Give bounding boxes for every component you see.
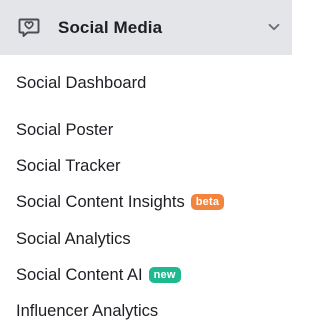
menu-item-social-content-insights[interactable]: Social Content Insights beta	[0, 188, 292, 216]
menu-item-label: Social Poster	[16, 120, 114, 139]
menu-item-label: Social Content Insights	[16, 192, 185, 211]
chevron-down-icon[interactable]	[266, 19, 282, 35]
menu-item-label: Social Tracker	[16, 156, 121, 175]
menu-item-label: Influencer Analytics	[16, 301, 159, 320]
social-media-panel: Social Media Social Dashboard Social Pos…	[0, 0, 292, 327]
section-header-social-media[interactable]: Social Media	[0, 0, 292, 55]
menu-item-social-tracker[interactable]: Social Tracker	[0, 152, 292, 180]
menu-item-social-content-ai[interactable]: Social Content AI new	[0, 261, 292, 289]
menu-item-social-analytics[interactable]: Social Analytics	[0, 225, 292, 253]
menu-item-label: Social Analytics	[16, 229, 131, 248]
new-badge: new	[148, 267, 181, 283]
section-title: Social Media	[58, 18, 163, 37]
beta-badge: beta	[190, 194, 225, 210]
chat-bubble-icon	[17, 15, 41, 39]
menu-item-social-poster[interactable]: Social Poster	[0, 116, 292, 144]
menu-item-label: Social Dashboard	[16, 73, 147, 92]
menu-item-social-dashboard[interactable]: Social Dashboard	[0, 69, 292, 97]
menu-item-influencer-analytics[interactable]: Influencer Analytics	[0, 297, 292, 325]
menu-item-label: Social Content AI	[16, 265, 143, 284]
